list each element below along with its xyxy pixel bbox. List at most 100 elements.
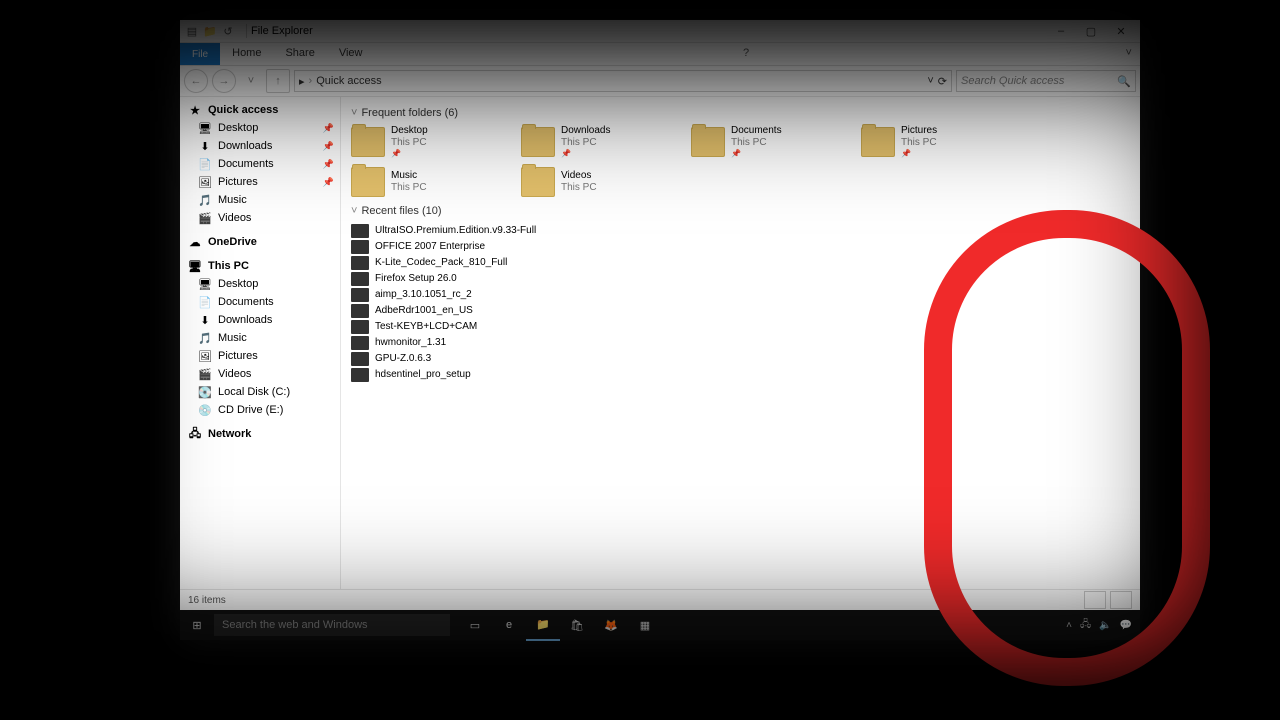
nav-desktop[interactable]: 🖥Desktop📌 xyxy=(180,119,340,137)
taskbar-edge-icon[interactable]: e xyxy=(492,610,526,640)
folder-pictures[interactable]: PicturesThis PC📌 xyxy=(861,125,1011,159)
tray-action-center-icon[interactable]: 💬 xyxy=(1120,620,1132,631)
start-button[interactable]: ⊞ xyxy=(180,610,214,640)
downloads-icon: ⬇ xyxy=(198,139,212,153)
taskbar-store-icon[interactable]: 🛍 xyxy=(560,610,594,640)
nav-quick-access-label: Quick access xyxy=(208,104,278,116)
group-header-label: Recent files (10) xyxy=(361,205,441,217)
refresh-button[interactable]: ⟳ xyxy=(938,75,947,88)
file-icon xyxy=(351,352,369,366)
nav-pc-local-disk[interactable]: 💽Local Disk (C:) xyxy=(180,383,340,401)
nav-network[interactable]: 🖧Network xyxy=(180,425,340,443)
taskbar-explorer-icon[interactable]: 📁 xyxy=(526,609,560,641)
list-item[interactable]: OFFICE 2007 Enterprise xyxy=(351,239,1130,255)
nav-pictures[interactable]: 🖼Pictures📌 xyxy=(180,173,340,191)
group-recent-files[interactable]: ˅ Recent files (10) xyxy=(351,205,1130,217)
pictures-icon: 🖼 xyxy=(198,349,212,363)
ribbon-help-button[interactable]: ? xyxy=(735,43,757,65)
nav-quick-access[interactable]: ★ Quick access xyxy=(180,101,340,119)
downloads-icon: ⬇ xyxy=(198,313,212,327)
status-bar: 16 items xyxy=(180,589,1140,610)
list-item[interactable]: UltraISO.Premium.Edition.v9.33-Full xyxy=(351,223,1130,239)
navigation-pane[interactable]: ★ Quick access 🖥Desktop📌 ⬇Downloads📌 📄Do… xyxy=(180,97,341,589)
nav-pc-videos[interactable]: 🎬Videos xyxy=(180,365,340,383)
nav-downloads[interactable]: ⬇Downloads📌 xyxy=(180,137,340,155)
nav-pc-desktop[interactable]: 🖥Desktop xyxy=(180,275,340,293)
file-icon xyxy=(351,336,369,350)
maximize-button[interactable]: ▢ xyxy=(1076,21,1106,41)
close-button[interactable]: ✕ xyxy=(1106,21,1136,41)
nav-recent-dropdown[interactable]: ˅ xyxy=(240,70,262,92)
folder-music[interactable]: MusicThis PC xyxy=(351,167,501,197)
file-icon xyxy=(351,368,369,382)
list-item[interactable]: Firefox Setup 26.0 xyxy=(351,271,1130,287)
list-item[interactable]: Test-KEYB+LCD+CAM xyxy=(351,319,1130,335)
view-large-icons-button[interactable] xyxy=(1110,591,1132,609)
nav-pc-pictures[interactable]: 🖼Pictures xyxy=(180,347,340,365)
list-item[interactable]: hwmonitor_1.31 xyxy=(351,335,1130,351)
tray-overflow-icon[interactable]: ˄ xyxy=(1066,620,1072,631)
ribbon-expand-button[interactable]: ˅ xyxy=(1118,43,1140,65)
qat-undo-icon[interactable]: ↺ xyxy=(220,23,236,39)
nav-pc-cd-drive[interactable]: 💿CD Drive (E:) xyxy=(180,401,340,419)
pin-icon: 📌 xyxy=(323,141,334,152)
nav-pc-downloads[interactable]: ⬇Downloads xyxy=(180,311,340,329)
recent-files-list: UltraISO.Premium.Edition.v9.33-Full OFFI… xyxy=(351,223,1130,383)
nav-music[interactable]: 🎵Music xyxy=(180,191,340,209)
nav-forward-button[interactable]: → xyxy=(212,69,236,93)
nav-item-label: Local Disk (C:) xyxy=(218,386,290,398)
search-input[interactable]: Search Quick access 🔍 xyxy=(956,70,1136,92)
minimize-button[interactable]: – xyxy=(1046,21,1076,41)
qat-properties-icon[interactable]: ▤ xyxy=(184,23,200,39)
breadcrumb-dropdown-icon[interactable]: ˅ xyxy=(927,75,933,87)
list-item[interactable]: AdbeRdr1001_en_US xyxy=(351,303,1130,319)
qat-newfolder-icon[interactable]: 📁 xyxy=(202,23,218,39)
pin-icon: 📌 xyxy=(323,177,334,188)
group-frequent-folders[interactable]: ˅ Frequent folders (6) xyxy=(351,107,1130,119)
documents-icon: 📄 xyxy=(198,157,212,171)
nav-back-button[interactable]: ← xyxy=(184,69,208,93)
address-bar-row: ← → ˅ ↑ ▸ › Quick access ˅ ⟳ Search Quic… xyxy=(180,66,1140,97)
nav-onedrive[interactable]: ☁OneDrive xyxy=(180,233,340,251)
breadcrumb[interactable]: ▸ › Quick access ˅ ⟳ xyxy=(294,70,952,92)
view-details-button[interactable] xyxy=(1084,591,1106,609)
taskbar-firefox-icon[interactable]: 🦊 xyxy=(594,610,628,640)
taskbar-app-icon[interactable]: ▦ xyxy=(628,610,662,640)
file-icon xyxy=(351,256,369,270)
folder-desktop[interactable]: DesktopThis PC📌 xyxy=(351,125,501,159)
system-tray[interactable]: ˄ 🖧 🔈 💬 xyxy=(1058,617,1140,634)
list-item[interactable]: hdsentinel_pro_setup xyxy=(351,367,1130,383)
file-name: K-Lite_Codec_Pack_810_Full xyxy=(375,257,507,268)
folder-videos[interactable]: VideosThis PC xyxy=(521,167,671,197)
search-icon: 🔍 xyxy=(1117,75,1131,88)
tab-file[interactable]: File xyxy=(180,43,220,65)
nav-item-label: OneDrive xyxy=(208,236,257,248)
nav-this-pc[interactable]: 🖥This PC xyxy=(180,257,340,275)
tab-view[interactable]: View xyxy=(327,43,375,65)
pin-icon: 📌 xyxy=(561,149,610,159)
desktop-icon: 🖥 xyxy=(198,277,212,291)
titlebar-separator xyxy=(246,24,247,38)
tab-home[interactable]: Home xyxy=(220,43,273,65)
folder-sub: This PC xyxy=(561,137,610,149)
list-item[interactable]: K-Lite_Codec_Pack_810_Full xyxy=(351,255,1130,271)
nav-videos[interactable]: 🎬Videos xyxy=(180,209,340,227)
nav-documents[interactable]: 📄Documents📌 xyxy=(180,155,340,173)
folder-name: Pictures xyxy=(901,125,937,137)
task-view-button[interactable]: ▭ xyxy=(458,610,492,640)
nav-pc-documents[interactable]: 📄Documents xyxy=(180,293,340,311)
content-pane[interactable]: ˅ Frequent folders (6) DesktopThis PC📌 D… xyxy=(341,97,1140,589)
list-item[interactable]: GPU-Z.0.6.3 xyxy=(351,351,1130,367)
file-icon xyxy=(351,288,369,302)
nav-pc-music[interactable]: 🎵Music xyxy=(180,329,340,347)
folder-downloads[interactable]: DownloadsThis PC📌 xyxy=(521,125,671,159)
tray-network-icon[interactable]: 🖧 xyxy=(1080,617,1091,634)
list-item[interactable]: aimp_3.10.1051_rc_2 xyxy=(351,287,1130,303)
tray-volume-icon[interactable]: 🔈 xyxy=(1099,620,1111,631)
nav-up-button[interactable]: ↑ xyxy=(266,69,290,93)
tab-share[interactable]: Share xyxy=(273,43,326,65)
folder-documents[interactable]: DocumentsThis PC📌 xyxy=(691,125,841,159)
folder-name: Desktop xyxy=(391,125,428,137)
file-name: Firefox Setup 26.0 xyxy=(375,273,457,284)
taskbar-search-input[interactable]: Search the web and Windows xyxy=(214,614,450,636)
